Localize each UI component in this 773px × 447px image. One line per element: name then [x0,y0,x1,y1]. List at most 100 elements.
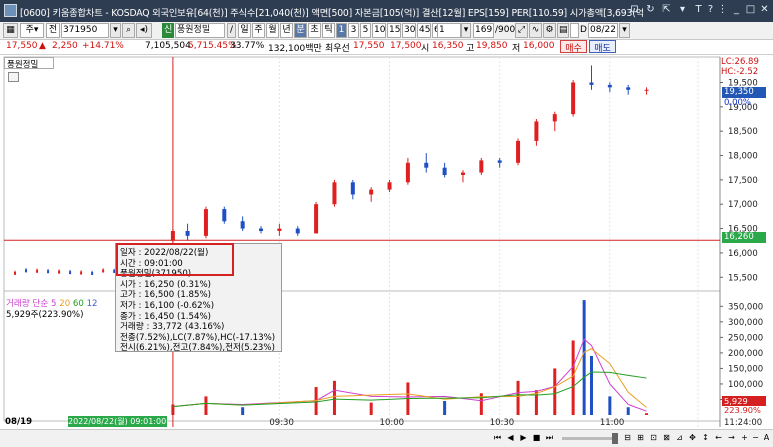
speaker-icon[interactable]: ◂) [136,23,152,38]
period-month[interactable]: 월 [266,23,279,38]
plus-icon[interactable]: + [739,432,750,444]
volume-bar [608,396,612,415]
market-select[interactable]: 전 [46,23,60,38]
help-icon[interactable]: ? [705,4,716,17]
settings-icon[interactable]: ⚙ [543,23,556,38]
vertical-shift-icon[interactable]: ↕ [700,432,711,444]
code-dropdown-icon[interactable]: ▾ [110,23,121,38]
tooltip-highlight [116,243,234,276]
play-icon[interactable]: ▶ [518,432,529,444]
volume-bar [626,407,630,415]
zoom-in-icon[interactable]: ⊞ [635,432,646,444]
count-input[interactable]: 169 [473,23,494,38]
period-week[interactable]: 주 [252,23,265,38]
maximize-button[interactable]: □ [745,4,756,17]
time-tick-label: 11:00 [600,418,625,428]
d-checkbox[interactable] [570,23,579,38]
tooltip-row: 전시(6.21%),전고(7.84%),전저(5.23%) [120,343,275,354]
chart-type-icon[interactable]: ▦ [3,23,18,38]
chart-style-icon[interactable]: ⊡ [648,432,659,444]
grid-icon[interactable]: ▤ [557,23,569,38]
export-icon[interactable]: ⇱ [661,4,672,17]
first-page-icon[interactable]: ⏮ [492,432,503,444]
period-minute[interactable]: 분 [294,23,307,38]
best-ask: 17,550 [353,41,385,51]
sell-button[interactable]: 매도 [589,40,616,54]
volume-bar [516,380,520,415]
interval-10[interactable]: 10 [372,23,386,38]
left-arrow-icon[interactable]: ← [713,432,724,444]
price-change: 2,250 [52,41,78,51]
volume-current-pct: 223.90% [724,405,761,415]
stop-icon[interactable]: ■ [531,432,542,444]
type-select[interactable]: 주▾ [20,23,44,38]
panel-menu-icon[interactable] [8,72,19,82]
period-second[interactable]: 초 [308,23,321,38]
link-icon[interactable]: ⊡ [629,4,640,17]
candle [534,121,539,141]
high-price: 19,850 [476,41,508,51]
date-input[interactable]: 08/22 [588,23,618,38]
change-percent: +14.71% [82,41,124,51]
font-size-icon[interactable]: T [693,4,704,17]
period-year[interactable]: 년 [280,23,293,38]
refresh-icon[interactable]: ↻ [645,4,656,17]
window-title-bar: [0600] 키움종합차트 - KOSDAQ 외국인보유[64(천)] 주식수[… [0,0,773,22]
last-page-icon[interactable]: ⏭ [544,432,555,444]
right-arrow-icon[interactable]: → [726,432,737,444]
interval-5[interactable]: 5 [360,23,371,38]
candle [185,231,190,236]
candle [350,182,355,195]
period-day[interactable]: 일 [238,23,251,38]
move-icon[interactable]: ✥ [687,432,698,444]
interval-15[interactable]: 15 [387,23,401,38]
open-price: 16,350 [432,41,464,51]
close-button[interactable]: ✕ [759,4,770,17]
time-tick-label: 11:24:00 [724,418,762,428]
pin-icon[interactable]: ▾ [677,4,688,17]
volume-panel [3,290,721,422]
date-dropdown[interactable]: ▾ [619,23,630,38]
price-panel [3,56,721,298]
scroll-track[interactable] [562,437,617,440]
multiplier-dropdown[interactable]: ▾ [461,23,471,38]
scroll-handle[interactable] [612,433,618,444]
trend-icon[interactable]: ⊿ [674,432,685,444]
candle [552,114,557,122]
candle [516,140,521,163]
multiplier-input[interactable]: 1 [437,23,461,38]
amount: 132,100백만 [268,44,322,54]
candle [644,89,649,91]
prior-candle [25,269,28,273]
d-label: D [580,25,587,35]
indicator-icon[interactable]: ∿ [529,23,542,38]
lc-label: LC:26.89 [721,57,759,67]
font-a-icon[interactable]: A [761,432,772,444]
zoom-out-icon[interactable]: ⊟ [622,432,633,444]
volume-bar [582,300,586,415]
time-tick-label: 09:30 [269,418,294,428]
menu-icon[interactable]: ⋮ [717,4,728,17]
interval-45[interactable]: 45 [417,23,431,38]
period-tick[interactable]: 틱 [322,23,335,38]
minus-icon[interactable]: − [750,432,761,444]
indicator-icon[interactable]: ⊠ [661,432,672,444]
prior-candle [58,270,61,274]
date-start: 08/19 [5,417,33,427]
buy-button[interactable]: 매수 [560,40,587,54]
current-price-tag: 19,350 [722,87,766,98]
volume-bar [204,396,208,415]
quote-bar: 17,550 ▲ 2,250 +14.71% 7,105,504 5,715.4… [0,40,773,55]
prev-icon[interactable]: ◀ [505,432,516,444]
search-icon[interactable]: ⌕ [122,23,135,38]
interval-30[interactable]: 30 [402,23,416,38]
zoom-icon[interactable]: ⤢ [515,23,528,38]
candle [387,182,392,190]
minimize-button[interactable]: _ [731,4,742,17]
price-tick-label: 17,000 [728,200,758,210]
interval-1[interactable]: 1 [336,23,347,38]
interval-3[interactable]: 3 [348,23,359,38]
slash-icon[interactable]: / [227,23,236,38]
price-tick-label: 18,500 [728,127,758,137]
stock-code-input[interactable]: 371950 [61,23,109,38]
